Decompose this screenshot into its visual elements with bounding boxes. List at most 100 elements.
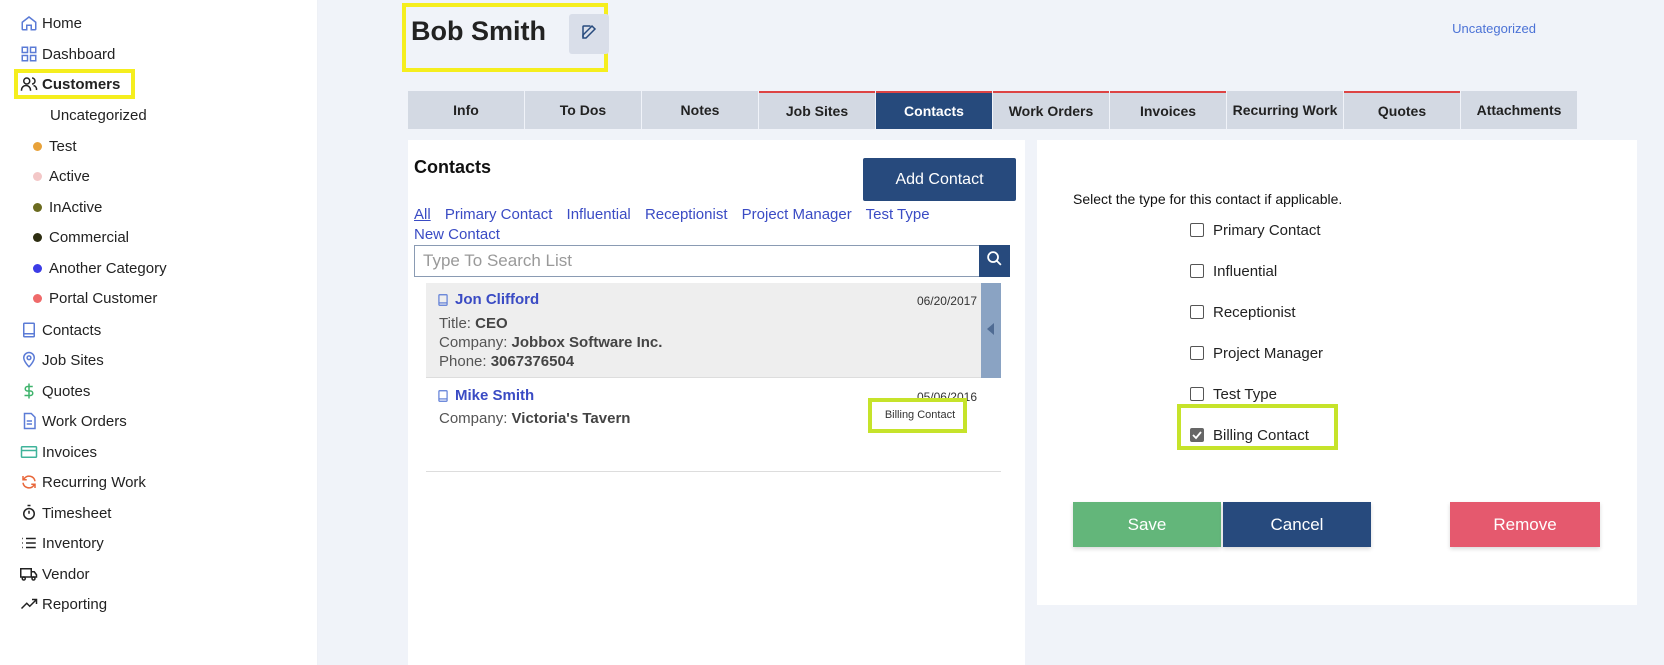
save-button[interactable]: Save: [1073, 502, 1221, 547]
category-another-category[interactable]: Another Category: [33, 255, 167, 281]
contact-name: Jon Clifford: [436, 291, 539, 308]
sidebar-item-label: Work Orders: [42, 412, 127, 430]
remove-button[interactable]: Remove: [1450, 502, 1600, 547]
tab-job-sites[interactable]: Job Sites: [759, 91, 875, 129]
category-dot: [33, 171, 42, 181]
category-dot: [33, 263, 42, 273]
category-commercial[interactable]: Commercial: [33, 224, 129, 250]
sidebar-item-vendor[interactable]: Vendor: [20, 560, 90, 588]
sidebar-item-timesheet[interactable]: Timesheet: [20, 499, 111, 527]
customers-highlight: [14, 69, 135, 99]
category-portal-customer[interactable]: Portal Customer: [33, 285, 157, 311]
sidebar-item-label: Quotes: [42, 382, 91, 400]
filter-new-contact[interactable]: New Contact: [414, 226, 500, 243]
option-receptionist[interactable]: Receptionist: [1190, 301, 1296, 323]
book-icon: [438, 389, 448, 402]
badge-highlight: [868, 398, 967, 433]
page-title: Bob Smith: [411, 16, 546, 46]
tab-invoices[interactable]: Invoices: [1110, 91, 1226, 129]
sidebar-item-job-sites[interactable]: Job Sites: [20, 346, 104, 374]
sidebar-item-label: Timesheet: [42, 504, 112, 522]
sidebar-item-label: Dashboard: [42, 45, 116, 63]
option-label: Project Manager: [1213, 344, 1324, 362]
sidebar-item-label: Home: [42, 14, 83, 32]
filter-primary-contact[interactable]: Primary Contact: [445, 206, 553, 223]
contact-name-text: Mike Smith: [455, 387, 535, 404]
book-icon: [438, 293, 448, 306]
map-pin-icon: [20, 351, 38, 369]
category-label: InActive: [49, 198, 103, 216]
option-label: Influential: [1213, 262, 1278, 280]
document-icon: [20, 412, 38, 430]
sidebar-item-label: Vendor: [42, 565, 90, 583]
tab-quotes[interactable]: Quotes: [1344, 91, 1460, 129]
tab-work-orders[interactable]: Work Orders: [993, 91, 1109, 129]
checkbox[interactable]: [1190, 305, 1204, 319]
field-value: 3067376504: [490, 353, 575, 370]
category-dot: [33, 202, 42, 212]
contact-card[interactable]: Jon Clifford 06/20/2017 Title: CEO Compa…: [426, 283, 981, 378]
option-label: Receptionist: [1213, 303, 1296, 321]
checkbox[interactable]: [1190, 264, 1204, 278]
tab-contacts[interactable]: Contacts: [876, 91, 992, 129]
checkbox[interactable]: [1190, 346, 1204, 360]
checkbox[interactable]: [1190, 387, 1204, 401]
category-label: Active: [49, 167, 90, 185]
tab-recurring-work[interactable]: Recurring Work: [1227, 91, 1343, 129]
sidebar-item-recurring-work[interactable]: Recurring Work: [20, 468, 146, 496]
filter-receptionist[interactable]: Receptionist: [645, 206, 728, 223]
search-button[interactable]: [979, 245, 1010, 277]
sidebar-item-dashboard[interactable]: Dashboard: [20, 40, 115, 68]
filter-project-manager[interactable]: Project Manager: [742, 206, 852, 223]
sidebar-item-inventory[interactable]: Inventory: [20, 529, 104, 557]
sidebar-item-invoices[interactable]: Invoices: [20, 438, 97, 466]
filter-influential[interactable]: Influential: [567, 206, 631, 223]
contact-company: Company: Victoria's Tavern: [439, 410, 630, 427]
category-dot: [33, 232, 42, 242]
tab-attachments[interactable]: Attachments: [1461, 91, 1577, 129]
type-prompt: Select the type for this contact if appl…: [1073, 191, 1343, 207]
field-label: Company:: [439, 410, 508, 427]
tab-to-dos[interactable]: To Dos: [525, 91, 641, 129]
field-value: Jobbox Software Inc.: [511, 334, 663, 351]
cancel-button[interactable]: Cancel: [1223, 502, 1371, 547]
search-icon: [986, 250, 1003, 272]
option-test-type[interactable]: Test Type: [1190, 383, 1277, 405]
sidebar-item-home[interactable]: Home: [20, 9, 82, 37]
contact-name-text: Jon Clifford: [455, 291, 540, 308]
tab-info[interactable]: Info: [408, 91, 524, 129]
sidebar-item-reporting[interactable]: Reporting: [20, 590, 107, 618]
sidebar-item-quotes[interactable]: Quotes: [20, 377, 90, 405]
sidebar-item-label: Reporting: [42, 595, 108, 613]
add-contact-button[interactable]: Add Contact: [863, 158, 1016, 201]
tab-notes[interactable]: Notes: [642, 91, 758, 129]
search-input[interactable]: Type To Search List: [414, 245, 979, 277]
category-inactive[interactable]: InActive: [33, 194, 102, 220]
contact-type-panel: Select the type for this contact if appl…: [1037, 140, 1637, 605]
contact-filters: All Primary Contact Influential Receptio…: [414, 205, 974, 245]
option-influential[interactable]: Influential: [1190, 260, 1277, 282]
category-active[interactable]: Active: [33, 163, 90, 189]
filter-test-type[interactable]: Test Type: [866, 206, 930, 223]
option-primary-contact[interactable]: Primary Contact: [1190, 219, 1321, 241]
home-icon: [20, 14, 38, 32]
trend-icon: [20, 595, 38, 613]
option-label: Test Type: [1213, 385, 1277, 403]
field-value: CEO: [475, 315, 508, 332]
sidebar-item-work-orders[interactable]: Work Orders: [20, 407, 127, 435]
sidebar-item-label: Inventory: [42, 534, 104, 552]
contact-date: 06/20/2017: [916, 294, 977, 308]
option-project-manager[interactable]: Project Manager: [1190, 342, 1323, 364]
category-test[interactable]: Test: [33, 133, 77, 159]
scroll-handle[interactable]: [981, 283, 1001, 378]
truck-icon: [20, 565, 38, 583]
sidebar-item-contacts[interactable]: Contacts: [20, 316, 101, 344]
category-label: Another Category: [49, 259, 167, 277]
checkbox[interactable]: [1190, 223, 1204, 237]
contact-card[interactable]: Mike Smith 05/06/2016 Company: Victoria'…: [426, 379, 1001, 472]
sidebar-item-label: Contacts: [42, 321, 102, 339]
filter-all[interactable]: All: [414, 206, 431, 223]
edit-button[interactable]: [569, 14, 609, 54]
category-link[interactable]: Uncategorized: [1452, 21, 1536, 36]
category-uncategorized[interactable]: Uncategorized: [50, 102, 147, 128]
